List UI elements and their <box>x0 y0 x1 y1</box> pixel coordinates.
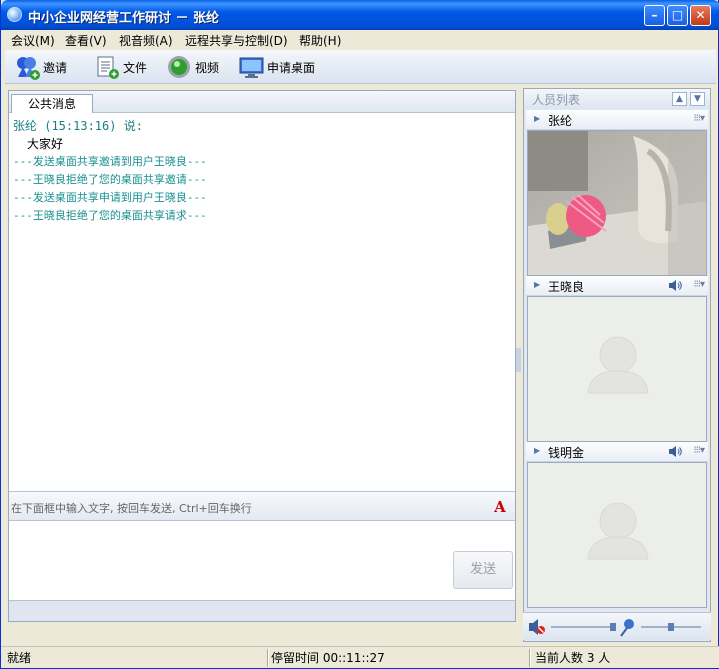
scroll-down-icon[interactable]: ▼ <box>690 92 705 106</box>
minimize-button[interactable]: – <box>644 5 665 26</box>
member-header[interactable]: ▶ 张纶 ⁝⁝⁝▾ <box>526 110 708 130</box>
file-add-icon <box>95 55 119 79</box>
member-header[interactable]: ▶ 钱明金 ⁝⁝⁝▾ <box>526 442 708 462</box>
font-style-icon[interactable]: A <box>491 498 509 516</box>
expand-caret-icon: ▶ <box>534 114 541 123</box>
invite-label: 邀请 <box>43 60 68 75</box>
chat-bottom-bar <box>9 600 515 621</box>
video-placeholder <box>527 462 707 608</box>
title-bar[interactable]: 中小企业网经营工作研讨 － 张纶 – □ ✕ <box>1 0 719 30</box>
request-desktop-label: 申请桌面 <box>267 60 316 75</box>
panel-splitter[interactable] <box>516 348 521 372</box>
file-button[interactable]: 文件 <box>95 53 147 81</box>
close-button[interactable]: ✕ <box>690 5 711 26</box>
options-menu-icon[interactable]: ⁝⁝⁝▾ <box>693 445 705 456</box>
video-button[interactable]: 视频 <box>167 53 219 81</box>
menu-meeting[interactable]: 会议(M) <box>11 32 55 49</box>
member-qianmingjin: ▶ 钱明金 ⁝⁝⁝▾ <box>526 442 708 608</box>
people-panel: 人员列表 ▲ ▼ ▶ 张纶 ⁝⁝⁝▾ ▶ 王晓良 ⁝⁝⁝▾ ▶ 钱明金 ⁝⁝⁝▾ <box>523 88 711 642</box>
status-divider <box>529 649 531 667</box>
user-avatar-icon <box>587 502 649 560</box>
scroll-up-icon[interactable]: ▲ <box>672 92 687 106</box>
tab-public-messages[interactable]: 公共消息 <box>11 94 93 113</box>
menu-av[interactable]: 视音频(A) <box>119 32 173 49</box>
member-wangxiaoliang: ▶ 王晓良 ⁝⁝⁝▾ <box>526 276 708 442</box>
member-count: 当前人数 3 人 <box>535 651 611 665</box>
expand-caret-icon: ▶ <box>534 446 541 455</box>
member-name: 钱明金 <box>548 446 585 460</box>
stay-time: 停留时间 00::11::27 <box>271 651 385 665</box>
message-log: 张纶 (15:13:16) 说: 大家好 ---发送桌面共享邀请到用户王晓良--… <box>13 117 511 487</box>
video-feed-live <box>527 130 707 276</box>
status-ready: 就绪 <box>7 651 32 665</box>
maximize-button[interactable]: □ <box>667 5 688 26</box>
window-title: 中小企业网经营工作研讨 － 张纶 <box>28 11 220 26</box>
monitor-icon <box>239 55 264 79</box>
video-placeholder <box>527 296 707 442</box>
video-label: 视频 <box>195 60 220 75</box>
request-desktop-button[interactable]: 申请桌面 <box>239 53 315 81</box>
menu-view[interactable]: 查看(V) <box>65 32 107 49</box>
invite-users-icon <box>15 55 40 80</box>
status-divider <box>267 649 269 667</box>
member-name: 王晓良 <box>548 280 585 294</box>
app-window: 中小企业网经营工作研讨 － 张纶 – □ ✕ 会议(M) 查看(V) 视音频(A… <box>0 0 719 669</box>
toolbar: 邀请 文件 视频 申请桌面 <box>5 50 716 84</box>
speaker-volume-slider <box>610 623 616 631</box>
user-avatar-icon <box>587 336 649 394</box>
menu-remote-share[interactable]: 远程共享与控制(D) <box>185 32 288 49</box>
invite-button[interactable]: 邀请 <box>15 53 67 81</box>
message-body: 大家好 <box>27 137 64 151</box>
status-bar: 就绪 停留时间 00::11::27 当前人数 3 人 <box>1 646 719 668</box>
speaker-muted-icon <box>529 619 545 635</box>
system-message: ---发送桌面共享邀请到用户王晓良--- <box>13 155 207 168</box>
expand-caret-icon: ▶ <box>534 280 541 289</box>
mic-volume-slider <box>668 623 674 631</box>
chat-tab-bar: 公共消息 <box>9 91 515 113</box>
member-header[interactable]: ▶ 王晓良 ⁝⁝⁝▾ <box>526 276 708 296</box>
speaker-icon[interactable] <box>668 445 682 458</box>
app-globe-icon <box>7 7 22 22</box>
input-hint: 在下面框中输入文字, 按回车发送, Ctrl+回车换行 <box>11 502 252 515</box>
system-message: ---王晓良拒绝了您的桌面共享请求--- <box>13 209 207 222</box>
options-menu-icon[interactable]: ⁝⁝⁝▾ <box>693 113 705 124</box>
file-label: 文件 <box>123 60 148 75</box>
system-message: ---王晓良拒绝了您的桌面共享邀请--- <box>13 173 207 186</box>
system-message: ---发送桌面共享申请到用户王晓良--- <box>13 191 207 204</box>
people-list-title: 人员列表 <box>532 93 581 107</box>
message-header: 张纶 (15:13:16) 说: <box>13 119 143 133</box>
member-zhanglun: ▶ 张纶 ⁝⁝⁝▾ <box>526 110 708 276</box>
send-button[interactable]: 发送 <box>453 551 513 589</box>
member-name: 张纶 <box>548 114 573 128</box>
menu-help[interactable]: 帮助(H) <box>299 32 341 49</box>
microphone-icon <box>620 619 634 637</box>
people-list-header: 人员列表 ▲ ▼ <box>524 89 710 109</box>
menu-bar: 会议(M) 查看(V) 视音频(A) 远程共享与控制(D) 帮助(H) <box>5 30 716 50</box>
input-hint-bar: 在下面框中输入文字, 按回车发送, Ctrl+回车换行 A <box>9 491 515 521</box>
video-camera-icon <box>167 55 191 79</box>
options-menu-icon[interactable]: ⁝⁝⁝▾ <box>693 279 705 290</box>
volume-controls <box>523 612 711 640</box>
chat-panel: 公共消息 张纶 (15:13:16) 说: 大家好 ---发送桌面共享邀请到用户… <box>8 90 516 622</box>
speaker-icon[interactable] <box>668 279 682 292</box>
